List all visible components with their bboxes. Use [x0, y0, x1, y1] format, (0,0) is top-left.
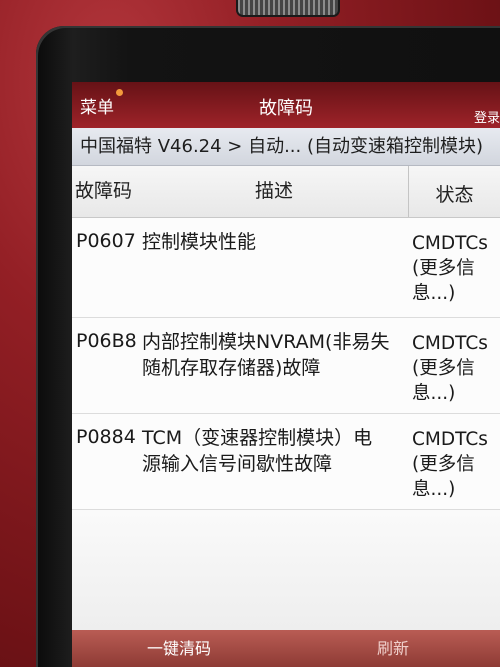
- breadcrumb[interactable]: 中国福特 V46.24 > 自动... (自动变速箱控制模块): [72, 128, 500, 166]
- dtc-status-text: CMDTCs: [412, 429, 488, 450]
- dtc-code: P06B8: [76, 330, 137, 352]
- refresh-button[interactable]: 刷新: [286, 630, 500, 667]
- dtc-description-line: 源输入信号间歇性故障: [142, 453, 333, 475]
- dtc-status: CMDTCs (更多信息...): [408, 414, 500, 509]
- more-info-link[interactable]: (更多信息...): [412, 452, 492, 502]
- dtc-status: CMDTCs (更多信息...): [408, 318, 500, 413]
- dtc-description: TCM（变速器控制模块）电 源输入信号间歇性故障: [140, 414, 408, 509]
- table-empty-area: [72, 510, 500, 630]
- dtc-code: P0607: [76, 230, 136, 252]
- column-header-code: 故障码: [75, 180, 133, 202]
- dtc-status-text: CMDTCs: [412, 333, 488, 354]
- clear-codes-button[interactable]: 一键清码: [72, 630, 286, 667]
- login-button[interactable]: 登录: [474, 107, 500, 126]
- more-info-link[interactable]: (更多信息...): [412, 356, 492, 406]
- dtc-status-text: CMDTCs: [412, 233, 488, 254]
- dtc-status: CMDTCs (更多信息...): [408, 218, 500, 317]
- table-row[interactable]: P0884 TCM（变速器控制模块）电 源输入信号间歇性故障 CMDTCs (更…: [72, 414, 500, 510]
- column-header-description: 描述: [254, 180, 293, 202]
- app-header: 菜单 故障码 登录: [72, 82, 500, 128]
- device-body: 菜单 故障码 登录 中国福特 V46.24 > 自动... (自动变速箱控制模块…: [0, 0, 500, 667]
- table-row[interactable]: P0607 控制模块性能 CMDTCs (更多信息...): [72, 218, 500, 318]
- app-screen: 菜单 故障码 登录 中国福特 V46.24 > 自动... (自动变速箱控制模块…: [72, 82, 500, 667]
- column-header-status: 状态: [408, 166, 500, 217]
- bottom-toolbar: 一键清码 刷新: [72, 630, 500, 667]
- dtc-description: 内部控制模块NVRAM(非易失 随机存取存储器)故障: [140, 318, 408, 413]
- table-row[interactable]: P06B8 内部控制模块NVRAM(非易失 随机存取存储器)故障 CMDTCs …: [72, 318, 500, 414]
- dtc-description-line: 随机存取存储器)故障: [142, 357, 321, 379]
- dtc-description-line: TCM（变速器控制模块）电: [142, 427, 373, 449]
- more-info-link[interactable]: (更多信息...): [412, 256, 492, 306]
- dtc-description-line: 控制模块性能: [142, 231, 257, 253]
- dtc-description-line: 内部控制模块NVRAM(非易失: [142, 331, 390, 353]
- dtc-code: P0884: [76, 426, 136, 448]
- table-header: 故障码 描述 状态: [72, 166, 500, 218]
- dtc-description: 控制模块性能: [140, 218, 408, 317]
- screen-bezel: 菜单 故障码 登录 中国福特 V46.24 > 自动... (自动变速箱控制模块…: [36, 26, 500, 667]
- device-top-slot: [236, 0, 340, 17]
- page-title: 故障码: [259, 98, 313, 119]
